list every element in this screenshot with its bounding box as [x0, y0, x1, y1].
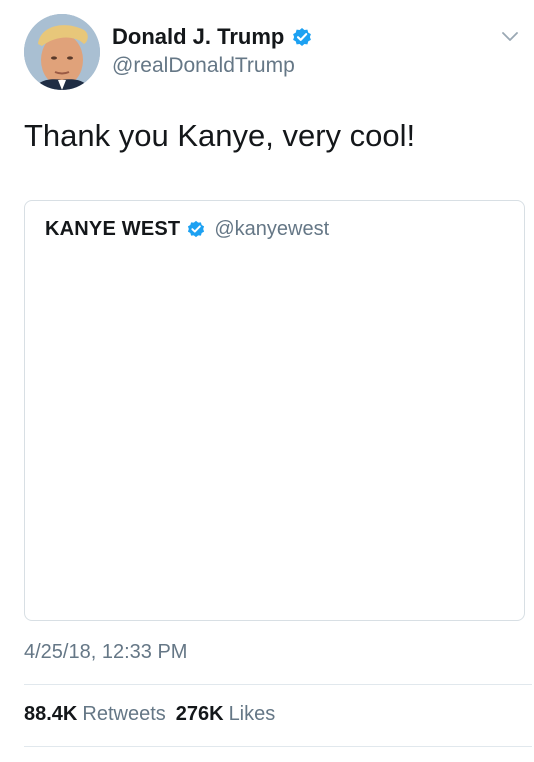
author-display-name[interactable]: Donald J. Trump: [112, 24, 284, 50]
tweet-timestamp[interactable]: 4/25/18, 12:33 PM: [24, 641, 187, 664]
retweets-stat[interactable]: 88.4K Retweets: [24, 703, 166, 726]
likes-stat[interactable]: 276K Likes: [176, 703, 276, 726]
avatar[interactable]: [24, 14, 100, 90]
likes-label: Likes: [228, 703, 276, 725]
author-handle[interactable]: @realDonaldTrump: [112, 54, 295, 78]
verified-badge-icon: [291, 26, 313, 48]
tweet-text: Thank you Kanye, very cool!: [24, 118, 416, 153]
verified-badge-icon: [186, 219, 206, 239]
quoted-tweet-card[interactable]: KANYE WEST @kanyewest: [24, 200, 525, 621]
likes-count: 276K: [175, 703, 224, 725]
chevron-down-icon[interactable]: [500, 30, 520, 44]
quoted-author-name: KANYE WEST: [45, 217, 181, 240]
avatar-image: [24, 14, 100, 90]
divider: [24, 684, 532, 685]
author-name-row[interactable]: Donald J. Trump: [112, 22, 313, 52]
divider: [24, 746, 532, 747]
tweet-stats: 88.4K Retweets 276K Likes: [24, 703, 275, 726]
quoted-author-handle: @kanyewest: [214, 217, 330, 240]
retweets-label: Retweets: [82, 703, 166, 725]
retweets-count: 88.4K: [24, 703, 78, 725]
quoted-tweet-header: KANYE WEST @kanyewest: [45, 215, 329, 243]
